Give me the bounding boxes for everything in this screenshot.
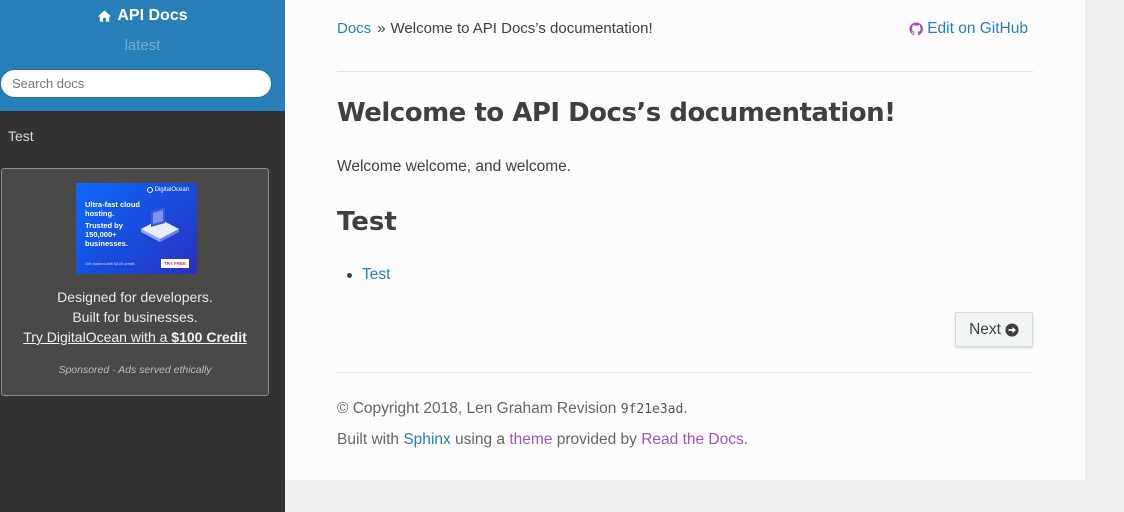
edit-on-github-link[interactable]: Edit on GitHub bbox=[909, 20, 1028, 38]
version-label: latest bbox=[124, 37, 161, 54]
toctree: Test bbox=[337, 266, 390, 284]
ad-cta-bold: $100 Credit bbox=[171, 329, 247, 345]
breadcrumb-current: Welcome to API Docs’s documentation! bbox=[390, 20, 653, 37]
footer-period: . bbox=[743, 431, 749, 448]
home-icon bbox=[98, 10, 112, 22]
copyright-text: © Copyright 2018, Len Graham Revision bbox=[337, 400, 621, 417]
provided-by-text: provided by bbox=[552, 431, 642, 448]
next-button-label: Next bbox=[969, 320, 1001, 338]
breadcrumb: Docs » Welcome to API Docs’s documentation… bbox=[337, 20, 1033, 37]
copyright-line: © Copyright 2018, Len Graham Revision 9f… bbox=[337, 400, 748, 418]
ad-logo-text: DigitalOcean bbox=[154, 187, 189, 193]
read-the-docs-link[interactable]: Read the Docs bbox=[641, 431, 744, 448]
sphinx-link[interactable]: Sphinx bbox=[403, 431, 450, 448]
footer: © Copyright 2018, Len Graham Revision 9f… bbox=[337, 400, 748, 462]
next-button[interactable]: Next bbox=[955, 312, 1033, 347]
using-a-text: using a bbox=[450, 431, 510, 448]
search-input[interactable] bbox=[0, 69, 272, 98]
ad-image-cta: TRY FREE bbox=[160, 259, 189, 268]
page-title: Welcome to API Docs’s documentation! bbox=[337, 98, 896, 128]
ad-caption: Designed for developers. Built for busin… bbox=[2, 287, 268, 347]
header-divider bbox=[337, 71, 1033, 72]
intro-paragraph: Welcome welcome, and welcome. bbox=[337, 158, 572, 175]
sponsor-ad: DigitalOcean Ultra-fast cloud hosting. T… bbox=[1, 168, 269, 396]
revision-suffix: . bbox=[683, 400, 688, 417]
sidebar-item-test[interactable]: Test bbox=[8, 128, 34, 144]
built-with-line: Built with Sphinx using a theme provided… bbox=[337, 431, 748, 449]
theme-link[interactable]: theme bbox=[509, 431, 552, 448]
ad-line-2: Built for businesses. bbox=[72, 309, 198, 325]
github-icon bbox=[909, 22, 924, 36]
edit-on-github-label: Edit on GitHub bbox=[927, 20, 1028, 37]
toc-link-test[interactable]: Test bbox=[362, 266, 390, 284]
breadcrumb-separator: » bbox=[377, 20, 386, 37]
content-area: Docs» Welcome to API Docs’s documentation… bbox=[285, 0, 1085, 480]
digitalocean-logo-icon bbox=[146, 187, 153, 193]
ad-sponsor-note: Sponsored · Ads served ethically bbox=[58, 364, 212, 376]
ad-cta-prefix: Try DigitalOcean with a bbox=[23, 329, 172, 345]
revision-hash: 9f21e3ad bbox=[620, 402, 684, 417]
brand-label: API Docs bbox=[117, 7, 188, 24]
sidebar-nav: Test bbox=[8, 128, 34, 146]
sidebar-header: API Docs latest bbox=[0, 0, 285, 111]
ad-line-1: Designed for developers. bbox=[57, 289, 213, 305]
toc-item: Test bbox=[337, 266, 390, 284]
ad-image-footnote: Get started with $100 credit. bbox=[85, 261, 136, 266]
section-title: Test bbox=[337, 207, 397, 237]
brand-link[interactable]: API Docs bbox=[97, 7, 188, 25]
built-with-text: Built with bbox=[337, 431, 404, 448]
arrow-circle-right-icon bbox=[1005, 322, 1019, 337]
bullet-icon bbox=[347, 272, 352, 278]
server-illustration-icon bbox=[141, 207, 179, 242]
breadcrumb-home[interactable]: Docs bbox=[337, 20, 371, 37]
footer-divider bbox=[337, 372, 1033, 373]
ad-image[interactable]: DigitalOcean Ultra-fast cloud hosting. T… bbox=[76, 183, 197, 274]
ad-logo: DigitalOcean bbox=[146, 187, 189, 193]
ad-cta-link[interactable]: Try DigitalOcean with a $100 Credit bbox=[23, 329, 247, 345]
sidebar: API Docs latest Test DigitalOcean Ultra-… bbox=[0, 0, 285, 512]
